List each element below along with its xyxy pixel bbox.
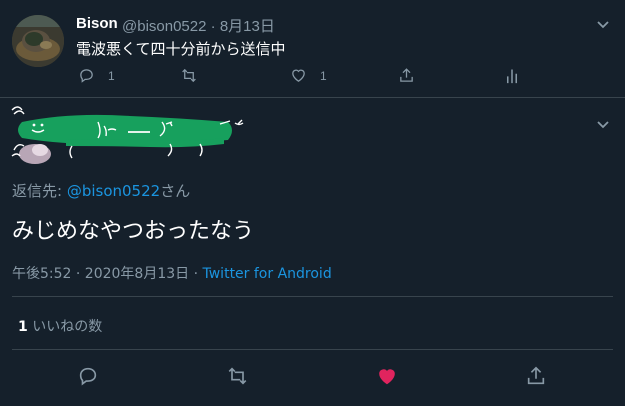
reply-count: 1 bbox=[108, 68, 115, 83]
like-button[interactable] bbox=[376, 365, 398, 387]
reply-icon bbox=[77, 365, 99, 387]
share-button[interactable] bbox=[398, 67, 415, 84]
retweet-button[interactable] bbox=[180, 67, 198, 84]
divider bbox=[12, 349, 613, 350]
share-icon bbox=[398, 67, 415, 84]
retweet-icon bbox=[226, 365, 249, 387]
user-handle[interactable]: @bison0522 bbox=[122, 18, 206, 35]
tweet-text: 電波悪くて四十分前から送信中 bbox=[76, 40, 286, 58]
retweet-icon bbox=[180, 67, 198, 84]
like-button[interactable]: 1 bbox=[290, 67, 327, 84]
analytics-icon bbox=[505, 67, 519, 84]
reply-button[interactable] bbox=[77, 365, 99, 387]
reply-to-suffix: さん bbox=[160, 182, 191, 200]
display-name[interactable]: Bison bbox=[76, 15, 118, 32]
reply-to-line: 返信先: @bison0522さん bbox=[12, 180, 190, 201]
chevron-down-icon[interactable] bbox=[595, 16, 611, 32]
avatar[interactable] bbox=[12, 15, 64, 67]
analytics-button[interactable] bbox=[505, 67, 519, 84]
meta-separator: · bbox=[210, 18, 216, 35]
tweet-source[interactable]: Twitter for Android bbox=[203, 266, 332, 282]
likes-label: いいねの数 bbox=[27, 319, 103, 335]
share-icon bbox=[525, 365, 547, 387]
like-icon bbox=[376, 365, 398, 387]
tweet-date[interactable]: 8月13日 bbox=[220, 18, 275, 35]
reply-to-prefix: 返信先: bbox=[12, 182, 67, 200]
retweet-button[interactable] bbox=[226, 365, 249, 387]
like-count: 1 bbox=[320, 68, 327, 83]
chevron-down-icon[interactable] bbox=[595, 116, 611, 132]
reply-icon bbox=[78, 67, 95, 84]
redacted-author bbox=[10, 100, 255, 168]
divider bbox=[12, 296, 613, 297]
tweet-timestamp-line: 午後5:52 · 2020年8月13日 · Twitter for Androi… bbox=[12, 263, 332, 283]
like-icon bbox=[290, 67, 307, 84]
reply-button[interactable]: 1 bbox=[78, 67, 115, 84]
tweet-text: みじめなやつおったなう bbox=[12, 219, 255, 244]
likes-summary[interactable]: 1 いいねの数 bbox=[18, 316, 102, 336]
share-button[interactable] bbox=[525, 365, 547, 387]
tweet-meta: @bison0522 · 8月13日 bbox=[122, 15, 275, 36]
parent-tweet[interactable]: Bison @bison0522 · 8月13日 電波悪くて四十分前から送信中 … bbox=[0, 0, 625, 98]
reply-to-handle[interactable]: @bison0522 bbox=[67, 182, 160, 200]
likes-count: 1 bbox=[18, 319, 28, 335]
tweet-timestamp[interactable]: 午後5:52 · 2020年8月13日 · bbox=[12, 266, 203, 282]
